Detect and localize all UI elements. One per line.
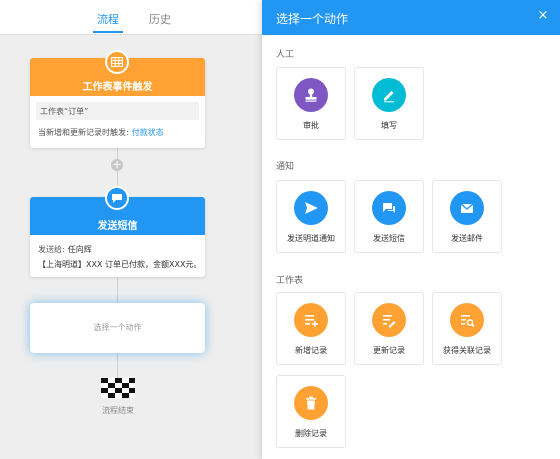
sms-recipient-label: 发送给: [38, 245, 65, 254]
trigger-condition-field-link[interactable]: 付款状态 [132, 128, 164, 137]
list-search-icon [450, 303, 484, 337]
action-delete-record-label: 删除记录 [295, 429, 327, 438]
flow-canvas: 流程 历史 工作表事件触发 工作表“订单” 当新增和更新记录时触发: 付款状态 +… [0, 0, 262, 459]
tab-flow[interactable]: 流程 [97, 11, 119, 27]
sms-recipient: 发送给: 任向辉 [38, 244, 92, 255]
action-update-record-tile[interactable]: 更新记录 [354, 292, 424, 365]
flow-end-label: 流程结束 [102, 406, 134, 415]
action-get-related-record-tile[interactable]: 获得关联记录 [432, 292, 502, 365]
add-node-plus-icon[interactable]: + [111, 159, 123, 171]
action-send-notification-label: 发送明道通知 [287, 234, 335, 243]
action-send-sms-tile[interactable]: 发送短信 [354, 180, 424, 253]
section-title-manual: 人工 [276, 50, 295, 60]
finish-flag-icon [101, 378, 135, 398]
active-tab-underline [93, 31, 123, 33]
close-icon[interactable]: × [536, 9, 550, 23]
action-add-record-tile[interactable]: 新增记录 [276, 292, 346, 365]
action-send-notification-tile[interactable]: 发送明道通知 [276, 180, 346, 253]
sms-recipient-value: 任向辉 [67, 245, 92, 254]
action-send-mail-tile[interactable]: 发送邮件 [432, 180, 502, 253]
action-add-record-label: 新增记录 [295, 346, 327, 355]
trigger-condition: 当新增和更新记录时触发: 付款状态 [38, 127, 164, 138]
connector-line [117, 353, 118, 379]
tab-history[interactable]: 历史 [149, 11, 171, 27]
chat-icon [372, 191, 406, 225]
panel-header: 选择一个动作 × [262, 0, 560, 35]
action-selection-panel: 选择一个动作 × 人工 审批 填写 通知 发送明道通知 发送短信 发送邮件 工作… [262, 0, 560, 459]
action-delete-record-tile[interactable]: 删除记录 [276, 375, 346, 448]
action-approve-tile[interactable]: 审批 [276, 67, 346, 140]
select-action-placeholder[interactable]: 选择一个动作 [30, 303, 205, 353]
pencil-icon [372, 78, 406, 112]
trigger-table-name: 工作表“订单” [36, 102, 199, 120]
action-approve-label: 审批 [303, 121, 319, 130]
action-send-sms-label: 发送短信 [373, 234, 405, 243]
action-get-related-record-label: 获得关联记录 [443, 346, 491, 355]
send-icon [294, 191, 328, 225]
list-edit-icon [372, 303, 406, 337]
connector-line [117, 277, 118, 303]
action-fill-label: 填写 [381, 121, 397, 130]
sms-message-text: 【上海明道】XXX 订单已付款，金额XXX元。 [38, 260, 202, 269]
chat-icon [105, 186, 129, 210]
section-title-notify: 通知 [276, 162, 295, 172]
mail-icon [450, 191, 484, 225]
panel-title: 选择一个动作 [276, 12, 349, 26]
trigger-condition-text: 当新增和更新记录时触发: [38, 128, 129, 137]
action-update-record-label: 更新记录 [373, 346, 405, 355]
list-add-icon [294, 303, 328, 337]
stamp-icon [294, 78, 328, 112]
tab-bar: 流程 历史 [0, 0, 262, 35]
trash-icon [294, 386, 328, 420]
action-send-mail-label: 发送邮件 [451, 234, 483, 243]
table-icon [105, 50, 129, 74]
action-fill-tile[interactable]: 填写 [354, 67, 424, 140]
section-title-sheet: 工作表 [276, 276, 304, 286]
